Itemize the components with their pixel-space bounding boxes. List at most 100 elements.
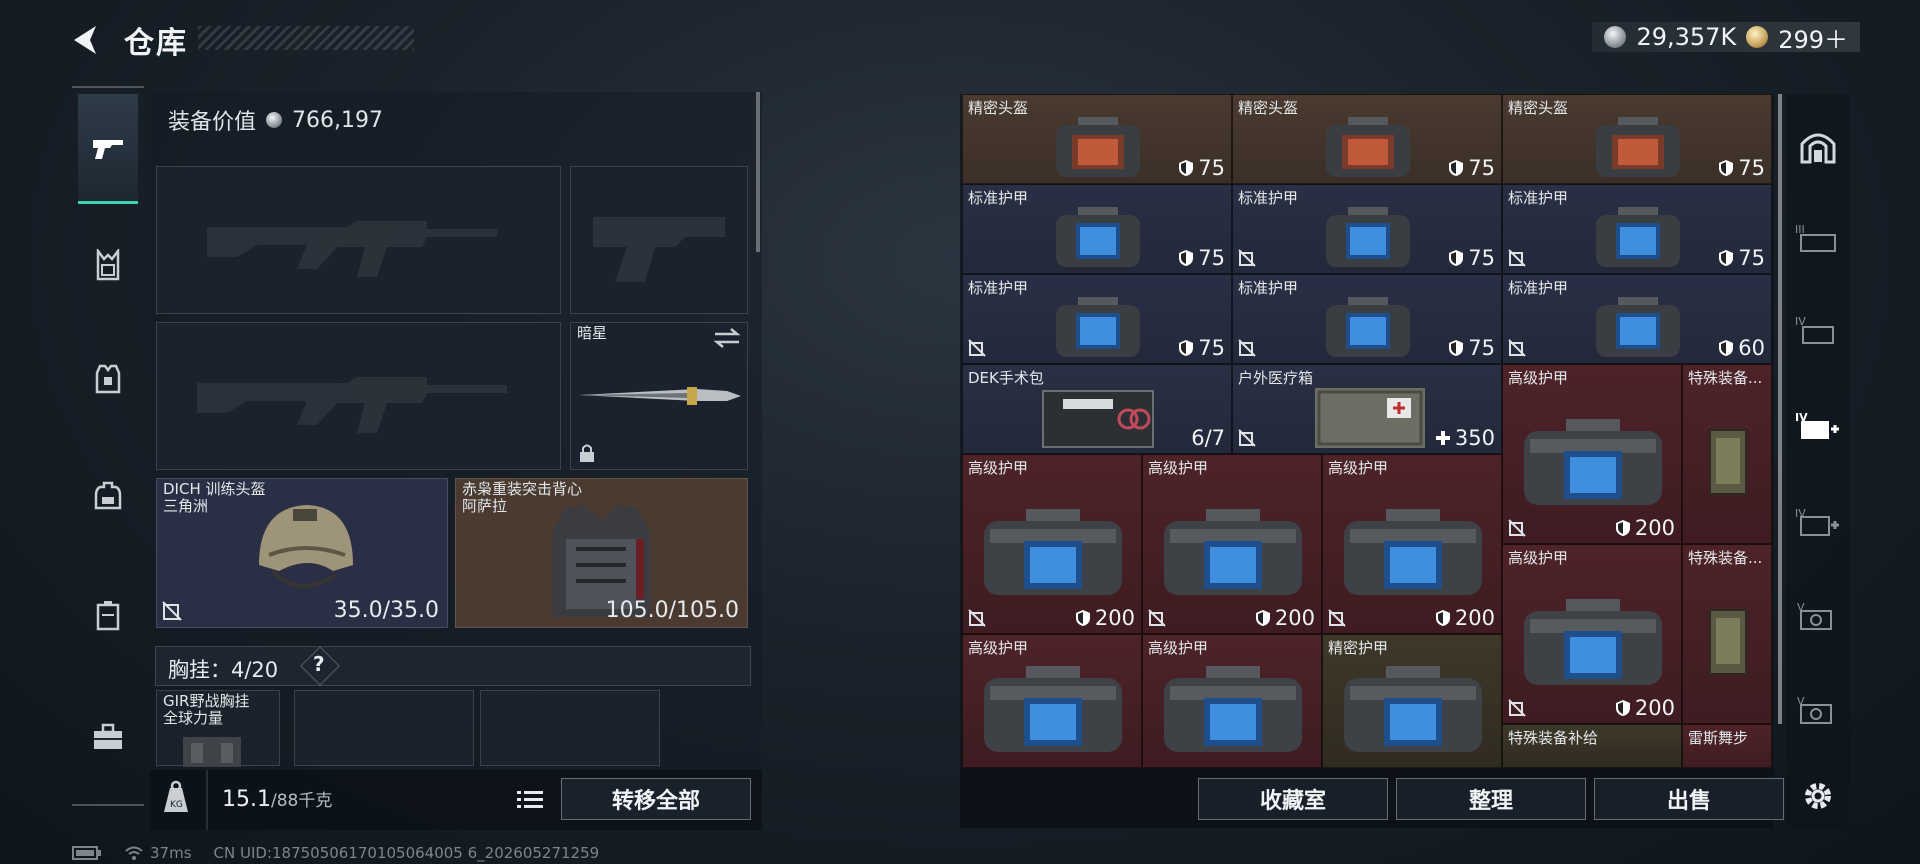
weight-current: 15.1 <box>222 787 271 812</box>
item-value-text: 75 <box>1198 156 1225 180</box>
nav-tab-weapons[interactable] <box>78 94 138 204</box>
storage-item[interactable]: 高级护甲 <box>1142 634 1322 768</box>
backpack-icon <box>94 481 122 510</box>
storage-tab-tier4-medical[interactable]: IV <box>1786 388 1850 464</box>
no-insurance-icon <box>1508 249 1526 267</box>
helmet-slot[interactable]: DICH 训练头盔 三角洲 35.0/35.0 <box>156 478 448 628</box>
item-name: 高级护甲 <box>1148 639 1209 657</box>
storage-item[interactable]: 标准护甲 75 <box>1232 274 1502 364</box>
special-supply-case-icon <box>1709 429 1747 495</box>
item-name: 雷斯舞步 <box>1688 729 1749 747</box>
item-name: 精密头盔 <box>1508 99 1569 117</box>
shield-icon <box>1719 340 1734 356</box>
list-view-button[interactable] <box>512 782 548 818</box>
collection-button[interactable]: 收藏室 <box>1198 778 1388 820</box>
rifle-silhouette-icon <box>197 377 507 433</box>
storage-item[interactable]: 精密护甲 <box>1322 634 1502 768</box>
nav-tab-toolbox[interactable] <box>78 682 138 792</box>
storage-item[interactable]: 标准护甲 60 <box>1502 274 1772 364</box>
svg-text:KG: KG <box>170 800 183 810</box>
safe-case-icon <box>96 601 120 631</box>
storage-item[interactable]: DEK手术包 6/7 <box>962 364 1232 454</box>
storage-item[interactable]: 精密头盔 75 <box>1502 94 1772 184</box>
nav-tab-armor[interactable] <box>78 324 138 434</box>
item-value-text: 6/7 <box>1191 426 1225 450</box>
gold-balance[interactable]: 299＋ <box>1778 20 1848 55</box>
armor-item-icon <box>984 509 1122 595</box>
storage-item[interactable]: 精密头盔 75 <box>962 94 1232 184</box>
storage-item[interactable]: 雷斯舞步 <box>1682 724 1772 768</box>
nav-tab-chest-rig[interactable] <box>78 210 138 320</box>
loadout-scrollbar[interactable] <box>756 92 760 252</box>
storage-item[interactable]: 高级护甲 200 <box>962 454 1142 634</box>
melee-slot[interactable]: 暗星 <box>570 322 748 470</box>
storage-tab-tier4-plus[interactable]: IV <box>1786 484 1850 560</box>
storage-scrollbar[interactable] <box>1778 94 1782 724</box>
storage-item[interactable]: 高级护甲 200 <box>1142 454 1322 634</box>
item-value: 200 <box>1255 606 1315 630</box>
armor-item-icon <box>1596 207 1680 267</box>
silver-coin-icon <box>266 112 283 128</box>
storage-tab-tier3[interactable]: III <box>1786 200 1850 276</box>
storage-item[interactable]: 特殊装备补给 <box>1502 724 1682 768</box>
storage-item[interactable]: 特殊装备... <box>1682 544 1772 724</box>
sort-button[interactable]: 整理 <box>1396 778 1586 820</box>
storage-tab-all[interactable] <box>1786 108 1850 184</box>
storage-item[interactable]: 标准护甲 75 <box>962 274 1232 364</box>
transfer-all-button[interactable]: 转移全部 <box>561 778 751 820</box>
item-name: 标准护甲 <box>1238 279 1299 297</box>
help-icon[interactable]: ? <box>313 652 325 676</box>
item-value-text: 75 <box>1468 246 1495 270</box>
shield-icon <box>1075 610 1090 626</box>
storage-item[interactable]: 标准护甲 75 <box>1232 184 1502 274</box>
storage-item[interactable]: 户外医疗箱 350 <box>1232 364 1502 454</box>
item-name: DEK手术包 <box>968 369 1044 387</box>
swap-icon[interactable] <box>713 327 741 349</box>
weight-readout: 15.1/88千克 <box>222 786 332 812</box>
item-value: 75 <box>1178 246 1225 270</box>
helmet-durability: 35.0/35.0 <box>333 598 439 623</box>
chest-rig-item-slot[interactable]: GIR野战胸挂 全球力量 <box>156 690 280 767</box>
item-value: 75 <box>1178 336 1225 360</box>
storage-item[interactable]: 高级护甲 200 <box>1322 454 1502 634</box>
pouch-slot[interactable] <box>480 690 660 766</box>
item-value: 350 <box>1435 426 1495 450</box>
armor-item-icon <box>1326 207 1410 267</box>
storage-item[interactable]: 高级护甲 200 <box>1502 544 1682 724</box>
sell-button[interactable]: 出售 <box>1594 778 1784 820</box>
storage-tab-tier5-b[interactable]: V <box>1786 672 1850 748</box>
settings-button[interactable] <box>1786 758 1850 834</box>
back-button[interactable] <box>68 22 108 58</box>
nav-tab-backpack[interactable] <box>78 440 138 550</box>
armor-item-icon <box>1344 666 1482 752</box>
chest-rig-label: 胸挂： <box>168 658 231 682</box>
storage-item[interactable]: 高级护甲 200 <box>1502 364 1682 544</box>
chest-rig-capacity: 胸挂：4/20 <box>168 654 278 684</box>
armor-title: 赤枭重装突击背心 <box>462 480 583 498</box>
primary-weapon-slot[interactable] <box>156 166 561 314</box>
helmet-item-icon <box>1326 117 1410 177</box>
shield-icon <box>1719 250 1734 266</box>
shield-icon <box>1435 610 1450 626</box>
sidearm-slot[interactable] <box>570 166 748 314</box>
storage-item[interactable]: 特殊装备... <box>1682 364 1772 544</box>
back-arrow-icon <box>74 26 96 54</box>
secondary-weapon-slot[interactable] <box>156 322 561 470</box>
storage-item[interactable]: 标准护甲 75 <box>1502 184 1772 274</box>
armor-slot[interactable]: 赤枭重装突击背心 阿萨拉 105.0/105.0 <box>455 478 748 628</box>
medical-box-icon <box>1315 388 1425 448</box>
helmet-item-icon <box>1056 117 1140 177</box>
storage-item[interactable]: 标准护甲 75 <box>962 184 1232 274</box>
armor-item-icon <box>1326 297 1410 357</box>
no-insurance-icon <box>1238 249 1256 267</box>
armor-vest-icon <box>95 364 121 394</box>
item-value: 200 <box>1075 606 1135 630</box>
storage-item[interactable]: 精密头盔 75 <box>1232 94 1502 184</box>
storage-item[interactable]: 高级护甲 <box>962 634 1142 768</box>
nav-tab-case[interactable] <box>78 560 138 670</box>
storage-tab-tier5[interactable]: V <box>1786 578 1850 654</box>
pouch-slot[interactable] <box>294 690 474 766</box>
currency-display: 29,357K 299＋ <box>1592 20 1860 55</box>
item-value-text: 200 <box>1634 516 1675 540</box>
storage-tab-tier4[interactable]: IV <box>1786 292 1850 368</box>
